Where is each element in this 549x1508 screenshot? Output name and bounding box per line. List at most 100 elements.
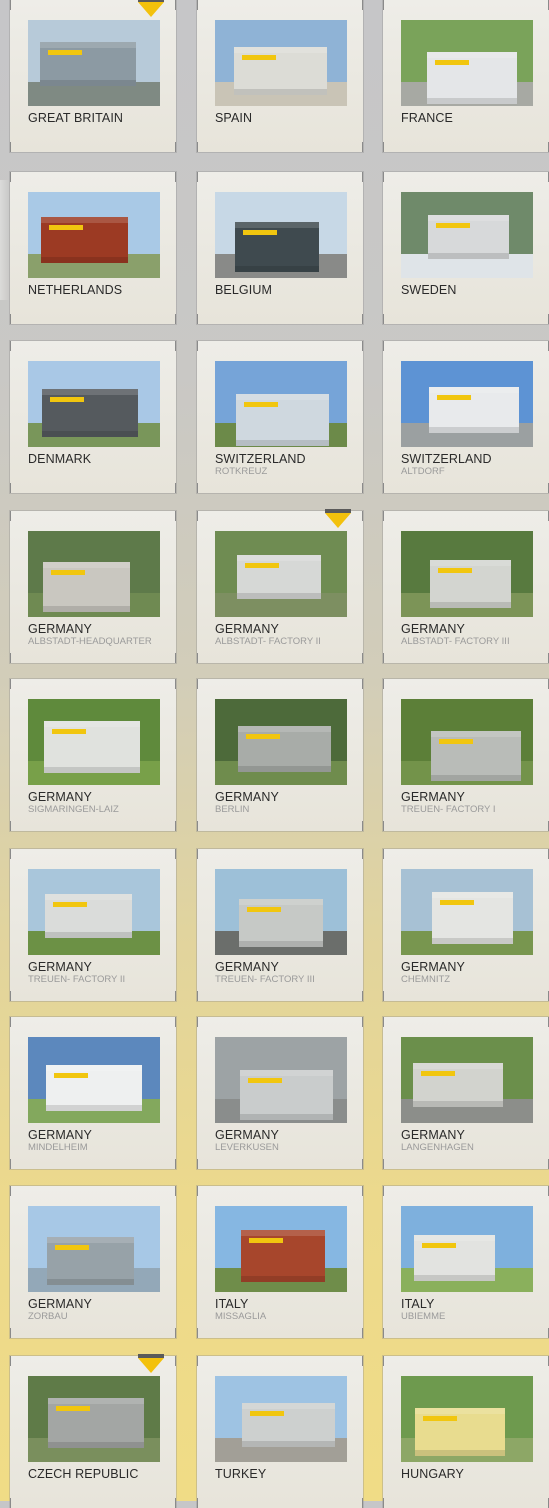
location-photo[interactable] [28,699,160,785]
brand-signage [421,1071,455,1076]
location-card[interactable]: GERMANY ALBSTADT- FACTORY III [383,511,549,663]
brand-signage [54,1073,88,1078]
brand-signage [48,50,82,55]
location-photo[interactable] [215,1206,347,1292]
location-photo[interactable] [28,361,160,447]
location-photo[interactable] [401,1037,533,1123]
location-card[interactable]: FRANCE [383,0,549,152]
card-corner-tick [10,1328,11,1338]
location-photo[interactable] [401,531,533,617]
brand-signage [440,900,474,905]
location-country: GERMANY [215,960,279,974]
location-city: ALBSTADT-HEADQUARTER [28,636,152,647]
location-card[interactable]: GERMANY TREUEN- FACTORY II [10,849,176,1001]
chevron-down-icon[interactable] [138,1354,164,1373]
location-card[interactable]: SWITZERLAND ROTKREUZ [197,341,363,493]
card-corner-tick [10,991,11,1001]
location-card[interactable]: SWEDEN [383,172,549,324]
location-card[interactable]: TURKEY [197,1356,363,1508]
location-country: GERMANY [28,790,92,804]
location-photo[interactable] [215,869,347,955]
location-country: TURKEY [215,1467,267,1481]
location-photo[interactable] [401,361,533,447]
location-country: GERMANY [28,1128,92,1142]
brand-signage [423,1416,457,1421]
location-city: MINDELHEIM [28,1142,88,1153]
location-photo[interactable] [401,699,533,785]
location-card[interactable]: GERMANY ALBSTADT-HEADQUARTER [10,511,176,663]
location-photo[interactable] [215,361,347,447]
location-country: GERMANY [215,1128,279,1142]
location-country: NETHERLANDS [28,283,123,297]
location-card[interactable]: GERMANY ZORBAU [10,1186,176,1338]
location-photo[interactable] [401,1376,533,1462]
card-corner-tick [197,653,198,663]
location-card[interactable]: GERMANY ALBSTADT- FACTORY II [197,509,363,663]
photo-building [41,217,128,263]
location-photo[interactable] [28,869,160,955]
location-card[interactable]: DENMARK [10,341,176,493]
brand-signage [243,230,277,235]
location-card[interactable]: GERMANY LEVERKUSEN [197,1017,363,1169]
location-country: SWITZERLAND [215,452,306,466]
card-corner-tick [10,653,11,663]
chevron-down-icon[interactable] [138,0,164,17]
location-photo[interactable] [28,1206,160,1292]
location-city: MISSAGLIA [215,1311,267,1322]
photo-building [242,1403,335,1447]
card-corner-tick [10,142,11,152]
photo-building [237,555,321,599]
location-card[interactable]: GERMANY TREUEN- FACTORY I [383,679,549,831]
location-photo[interactable] [28,20,160,106]
location-card[interactable]: GERMANY LANGENHAGEN [383,1017,549,1169]
location-photo[interactable] [28,531,160,617]
brand-signage [248,1078,282,1083]
location-card[interactable]: CZECH REPUBLIC [10,1354,176,1508]
location-photo[interactable] [28,1376,160,1462]
location-card[interactable]: HUNGARY [383,1356,549,1508]
location-country: GERMANY [401,1128,465,1142]
chevron-down-icon[interactable] [325,509,351,528]
location-card[interactable]: NETHERLANDS [10,172,176,324]
location-photo[interactable] [215,1376,347,1462]
location-card[interactable]: SPAIN [197,0,363,152]
location-photo[interactable] [401,869,533,955]
location-card[interactable]: GERMANY SIGMARINGEN-LAIZ [10,679,176,831]
location-card[interactable]: ITALY MISSAGLIA [197,1186,363,1338]
card-corner-tick [362,511,363,521]
location-card[interactable]: GERMANY BERLIN [197,679,363,831]
card-corner-tick [362,679,363,689]
location-card[interactable]: GERMANY MINDELHEIM [10,1017,176,1169]
location-card[interactable]: BELGIUM [197,172,363,324]
card-corner-tick [10,821,11,831]
card-corner-tick [383,314,384,324]
location-photo[interactable] [215,20,347,106]
location-country: HUNGARY [401,1467,464,1481]
location-photo[interactable] [215,531,347,617]
location-photo[interactable] [28,1037,160,1123]
photo-building [414,1235,495,1281]
brand-signage [439,739,473,744]
location-country: ITALY [401,1297,435,1311]
location-photo[interactable] [401,20,533,106]
location-city: BERLIN [215,804,250,815]
location-card[interactable]: GERMANY CHEMNITZ [383,849,549,1001]
photo-building [428,215,509,259]
location-card[interactable]: GREAT BRITAIN [10,0,176,152]
location-photo[interactable] [401,1206,533,1292]
location-photo[interactable] [215,1037,347,1123]
location-photo[interactable] [401,192,533,278]
location-card[interactable]: SWITZERLAND ALTDORF [383,341,549,493]
card-corner-tick [197,314,198,324]
location-photo[interactable] [215,192,347,278]
location-country: SPAIN [215,111,253,125]
location-country: CZECH REPUBLIC [28,1467,139,1481]
location-photo[interactable] [215,699,347,785]
location-card[interactable]: GERMANY TREUEN- FACTORY III [197,849,363,1001]
card-corner-tick [10,1498,11,1508]
location-card[interactable]: ITALY UBIEMME [383,1186,549,1338]
location-photo[interactable] [28,192,160,278]
brand-signage [52,729,86,734]
location-city: UBIEMME [401,1311,446,1322]
card-corner-tick [175,341,176,351]
